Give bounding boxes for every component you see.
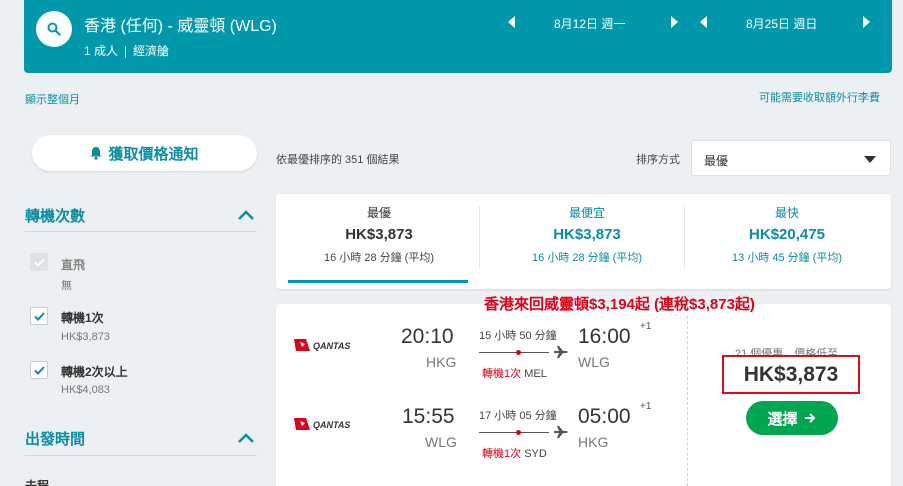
route-line [479,352,549,353]
departure-time-filter-title[interactable]: 出發時間 [25,428,85,449]
sort-tabs: 最優 HK$3,873 16 小時 28 分鐘 (平均) 最便宜 HK$3,87… [276,194,891,289]
flight-duration: 15 小時 50 分鐘 [479,330,557,342]
route-title: 香港 (任何) - 威靈頓 (WLG) [84,18,277,35]
via-airport: MEL [524,368,547,380]
tab-cheapest[interactable]: 最便宜 HK$3,873 16 小時 28 分鐘 (平均) [492,204,682,265]
stops-option-label: 轉機1次 [61,311,104,325]
search-button[interactable] [36,11,72,47]
arrow-left-icon [700,16,707,28]
arrow-right-icon [863,16,870,28]
airline-name: QANTAS [313,341,350,351]
sort-value: 最優 [704,154,729,168]
day-offset: +1 [640,401,652,412]
card-divider [687,316,688,486]
stops-option-price: HK$4,083 [61,384,110,396]
checkbox-direct[interactable] [30,253,48,271]
checkbox-two-plus-stops[interactable] [30,361,48,379]
checkbox-one-stop[interactable] [30,307,48,325]
checkmark-icon [33,257,45,267]
arrive-time: 16:00 [578,325,631,348]
caret-down-icon [864,156,876,163]
arrow-right-icon [671,16,678,28]
depart-airport: HKG [426,354,457,370]
stop-count: 轉機1次 [482,368,522,380]
depart-date[interactable]: 8月12日 週一 [554,15,625,32]
outbound-label: 去程 [25,479,50,486]
tab-price: HK$20,475 [749,226,825,243]
divider [25,455,257,456]
stops-option-label: 轉機2次以上 [61,365,128,379]
sort-dropdown[interactable]: 最優 [691,140,891,176]
divider [25,231,257,232]
sort-label: 排序方式 [636,154,680,166]
route-line [479,432,549,433]
qantas-logo: QANTAS [294,339,350,351]
show-whole-month-link[interactable]: 顯示整個月 [25,91,80,107]
arrive-airport: WLG [578,354,610,370]
checkmark-icon [33,365,45,375]
arrow-left-icon [508,16,515,28]
stop-dot [516,430,521,435]
price-highlight-box: HK$3,873 [722,355,860,394]
promo-annotation: 香港來回威靈頓$3,194起 (連稅$3,873起) [484,296,755,313]
tab-price: HK$3,873 [345,226,413,243]
search-icon [47,22,61,36]
tab-detail: 13 小時 45 分鐘 (平均) [731,252,843,264]
airline-name: QANTAS [313,420,350,430]
tab-price: HK$3,873 [553,226,621,243]
plane-icon [554,426,568,438]
plane-icon [554,346,568,358]
tab-fastest[interactable]: 最快 HK$20,475 13 小時 45 分鐘 (平均) [692,204,882,265]
price-alert-button[interactable]: 獲取價格通知 [32,135,257,171]
stops-option-label: 直飛 [61,258,86,272]
tab-best[interactable]: 最優 HK$3,873 16 小時 28 分鐘 (平均) [284,204,474,265]
passenger-count: 1 成人 [84,44,119,58]
tab-label: 最優 [366,206,391,220]
day-offset: +1 [640,321,652,332]
tab-detail: 16 小時 28 分鐘 (平均) [531,252,643,264]
depart-prev-day-button[interactable] [506,14,518,30]
arrive-time: 05:00 [578,405,631,428]
return-prev-day-button[interactable] [698,14,710,30]
tab-detail: 16 小時 28 分鐘 (平均) [323,252,435,264]
bell-icon [90,147,102,160]
arrow-right-circle-icon [804,413,815,423]
flight-duration: 17 小時 05 分鐘 [479,410,557,422]
depart-airport: WLG [425,434,457,450]
stops-info: 轉機1次 MEL [482,365,547,381]
active-tab-indicator [288,280,468,283]
tab-label: 最快 [774,206,799,220]
price-alert-label: 獲取價格通知 [108,145,199,163]
depart-time: 15:55 [402,405,455,428]
stops-filter-title[interactable]: 轉機次數 [25,205,85,226]
stop-dot [516,350,521,355]
result-price: HK$3,873 [743,362,839,386]
tab-label: 最便宜 [568,206,605,220]
qantas-logo: QANTAS [294,418,350,430]
depart-time: 20:10 [401,325,454,348]
select-button[interactable]: 選擇 [746,401,838,435]
stops-option-price: 無 [61,280,72,292]
chevron-up-icon[interactable] [237,209,255,221]
select-label: 選擇 [767,410,798,428]
stops-option-price: HK$3,873 [61,331,110,343]
via-airport: SYD [524,448,547,460]
tab-divider [684,206,685,268]
return-next-day-button[interactable] [860,14,872,30]
return-date[interactable]: 8月25日 週日 [746,15,817,32]
passenger-cabin-info: 1 成人 經濟艙 [84,42,169,59]
checkmark-icon [33,311,45,321]
cabin-class: 經濟艙 [133,44,170,58]
depart-next-day-button[interactable] [668,14,680,30]
stops-info: 轉機1次 SYD [482,445,547,461]
tab-divider [479,206,480,268]
result-count: 依最優排序的 351 個結果 [276,154,400,166]
search-summary-bar[interactable]: 香港 (任何) - 威靈頓 (WLG) 1 成人 經濟艙 8月12日 週一 8月2… [24,0,892,73]
chevron-up-icon[interactable] [237,432,255,444]
flight-result-card[interactable]: QANTAS 20:10 HKG 15 小時 50 分鐘 轉機1次 MEL 16… [276,304,891,486]
arrive-airport: HKG [578,434,609,450]
stop-count: 轉機1次 [482,448,522,460]
baggage-fees-link[interactable]: 可能需要收取額外行李費 [759,89,880,105]
